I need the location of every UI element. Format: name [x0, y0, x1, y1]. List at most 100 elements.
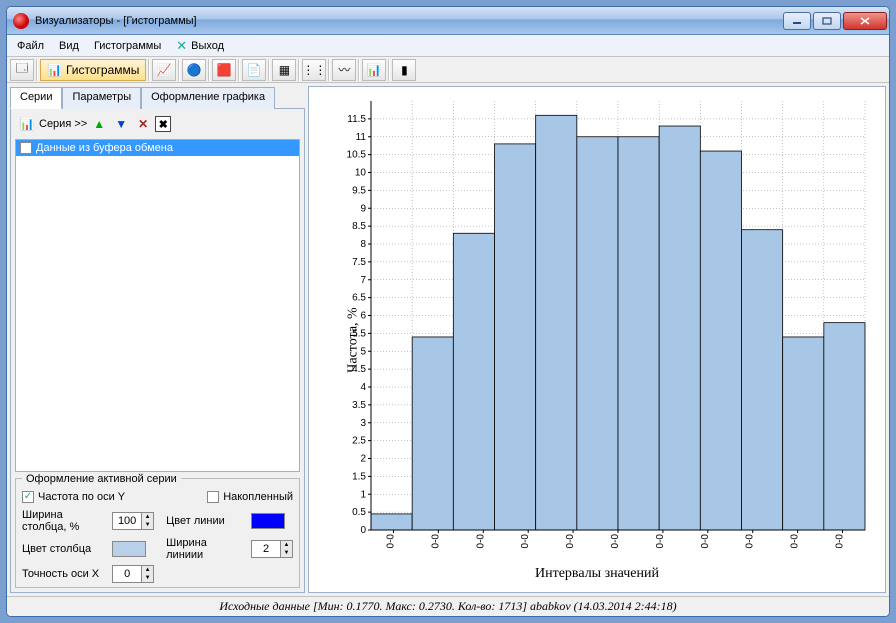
accumulated-label: Накопленный — [223, 491, 293, 503]
svg-text:0-0: 0-0 — [610, 534, 621, 549]
svg-text:3.5: 3.5 — [352, 400, 366, 411]
svg-text:7.5: 7.5 — [352, 257, 366, 268]
left-panel: Серии Параметры Оформление графика 📊 Сер… — [10, 86, 305, 593]
tool-fill-icon[interactable]: 📊 — [362, 59, 386, 81]
tab-series[interactable]: Серии — [10, 87, 62, 109]
menu-view[interactable]: Вид — [53, 38, 85, 54]
series-menu-button[interactable]: Серия >> — [39, 118, 87, 130]
close-button[interactable] — [843, 12, 887, 30]
panel-body: 📊 Серия >> ▲ ▼ ✕ ✖ Данные из буфера обме… — [10, 108, 305, 593]
tool-series-icon[interactable]: 📈 — [152, 59, 176, 81]
series-list[interactable]: Данные из буфера обмена — [15, 139, 300, 472]
svg-text:1.5: 1.5 — [352, 471, 366, 482]
barcolor-button[interactable] — [112, 541, 146, 557]
svg-text:8: 8 — [360, 239, 366, 250]
main-window: Визуализаторы - [Гистограммы] Файл Вид Г… — [6, 6, 890, 617]
svg-text:0-0: 0-0 — [520, 534, 531, 549]
svg-text:0-0: 0-0 — [835, 534, 846, 549]
status-text: Исходные данные [Мин: 0.1770. Макс: 0.27… — [219, 599, 676, 614]
series-item[interactable]: Данные из буфера обмена — [16, 140, 299, 156]
histogram-icon: 📊 — [47, 63, 62, 77]
move-down-button[interactable]: ▼ — [111, 114, 131, 134]
menu-histograms[interactable]: Гистограммы — [88, 38, 167, 54]
client-area: Серии Параметры Оформление графика 📊 Сер… — [7, 83, 889, 596]
svg-text:4.5: 4.5 — [352, 364, 366, 375]
svg-text:1: 1 — [360, 489, 366, 500]
spin-up-icon[interactable]: ▲ — [280, 541, 292, 549]
svg-text:5: 5 — [360, 346, 366, 357]
spin-up-icon[interactable]: ▲ — [141, 566, 153, 574]
svg-text:3: 3 — [360, 418, 366, 429]
barwidth-spinner[interactable]: ▲▼ — [112, 512, 154, 530]
menu-file[interactable]: Файл — [11, 38, 50, 54]
tab-params[interactable]: Параметры — [62, 87, 141, 109]
menu-exit-label: Выход — [191, 40, 224, 52]
chart-svg: 00.511.522.533.544.555.566.577.588.599.5… — [309, 87, 885, 592]
linewidth-spinner[interactable]: ▲▼ — [251, 540, 293, 558]
app-icon — [13, 13, 29, 29]
svg-text:5.5: 5.5 — [352, 328, 366, 339]
xprec-input[interactable] — [113, 568, 141, 580]
svg-text:7: 7 — [360, 275, 366, 286]
tool-points-icon[interactable]: ⋮⋮ — [302, 59, 326, 81]
group-legend: Оформление активной серии — [22, 473, 181, 485]
svg-text:11.5: 11.5 — [347, 114, 366, 125]
tool-wave-icon[interactable]: 〰 — [332, 59, 356, 81]
series-checkbox[interactable] — [20, 142, 32, 154]
tab-design[interactable]: Оформление графика — [141, 87, 275, 109]
svg-text:0-0: 0-0 — [655, 534, 666, 549]
svg-text:0-0: 0-0 — [700, 534, 711, 549]
svg-text:10.5: 10.5 — [347, 150, 367, 161]
svg-text:0-0: 0-0 — [385, 534, 396, 549]
spin-down-icon[interactable]: ▼ — [280, 549, 292, 557]
maximize-button[interactable] — [813, 12, 841, 30]
series-menu-label: Серия >> — [39, 118, 87, 130]
tool-histograms-label: Гистограммы — [66, 63, 139, 77]
svg-text:8.5: 8.5 — [352, 221, 366, 232]
tool-histograms[interactable]: 📊 Гистограммы — [40, 59, 146, 81]
series-toolbar: 📊 Серия >> ▲ ▼ ✕ ✖ — [15, 113, 300, 135]
titlebar[interactable]: Визуализаторы - [Гистограммы] — [7, 7, 889, 35]
toolbar: 🗔 📊 Гистограммы 📈 🔵 🟥 📄 ▦ ⋮⋮ 〰 📊 ▮ — [7, 57, 889, 83]
menu-exit[interactable]: ✕ Выход — [170, 36, 230, 56]
barwidth-input[interactable] — [113, 515, 141, 527]
series-item-label: Данные из буфера обмена — [36, 142, 173, 154]
tool-sheet-icon[interactable]: 📄 — [242, 59, 266, 81]
xprec-label: Точность оси X — [22, 568, 106, 580]
tool-grid-icon[interactable]: 🗔 — [10, 59, 34, 81]
svg-text:0-0: 0-0 — [565, 534, 576, 549]
spin-up-icon[interactable]: ▲ — [141, 513, 153, 521]
svg-text:4: 4 — [360, 382, 366, 393]
spin-down-icon[interactable]: ▼ — [141, 574, 153, 582]
statusbar: Исходные данные [Мин: 0.1770. Макс: 0.27… — [7, 596, 889, 616]
svg-text:6.5: 6.5 — [352, 293, 366, 304]
tool-scatter-icon[interactable]: 🔵 — [182, 59, 206, 81]
tool-palette-icon[interactable]: 🟥 — [212, 59, 236, 81]
svg-text:0-0: 0-0 — [475, 534, 486, 549]
exit-icon: ✕ — [176, 38, 187, 54]
clear-all-button[interactable]: ✖ — [155, 116, 171, 132]
linewidth-label: Ширина линиии — [166, 537, 245, 561]
move-up-button[interactable]: ▲ — [89, 114, 109, 134]
xprec-spinner[interactable]: ▲▼ — [112, 565, 154, 583]
svg-text:0-0: 0-0 — [430, 534, 441, 549]
svg-text:9: 9 — [360, 203, 366, 214]
chart-area: Частота, % Интервалы значений 00.511.522… — [308, 86, 886, 593]
window-title: Визуализаторы - [Гистограммы] — [35, 15, 783, 27]
svg-text:2: 2 — [360, 454, 366, 465]
linewidth-input[interactable] — [252, 543, 280, 555]
delete-series-button[interactable]: ✕ — [133, 114, 153, 134]
svg-text:0-0: 0-0 — [790, 534, 801, 549]
minimize-button[interactable] — [783, 12, 811, 30]
linecolor-button[interactable] — [251, 513, 285, 529]
spin-down-icon[interactable]: ▼ — [141, 521, 153, 529]
tool-matrix-icon[interactable]: ▦ — [272, 59, 296, 81]
svg-text:11: 11 — [356, 132, 367, 143]
menubar: Файл Вид Гистограммы ✕ Выход — [7, 35, 889, 57]
svg-text:0: 0 — [360, 525, 366, 536]
svg-text:10: 10 — [355, 168, 367, 179]
accumulated-checkbox[interactable] — [207, 491, 219, 503]
freq-y-checkbox[interactable] — [22, 491, 34, 503]
tool-colorbar-icon[interactable]: ▮ — [392, 59, 416, 81]
barwidth-label: Ширина столбца, % — [22, 509, 106, 533]
